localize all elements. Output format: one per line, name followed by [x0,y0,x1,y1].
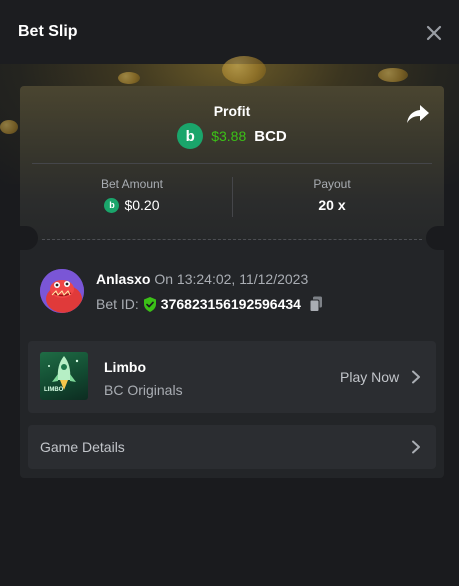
bet-time: On 13:24:02, 11/12/2023 [154,271,309,287]
divider [32,163,432,164]
profit-value: $3.88 [211,128,247,144]
close-icon[interactable] [423,22,445,44]
modal-header: Bet Slip [0,0,459,64]
profit-row: b $3.88 BCD [20,123,444,149]
game-row-limbo[interactable]: LIMBO Limbo BC Originals Play Now [28,341,436,413]
bcd-coin-icon: b [104,197,120,213]
username[interactable]: Anlasxo [96,271,150,287]
thumbnail-caption: LIMBO [44,387,64,393]
ticket-notch-right [426,226,444,250]
game-details-row[interactable]: Game Details [28,425,436,469]
copy-icon[interactable] [309,296,323,312]
bcd-coin-icon: b [177,123,204,149]
decor-coin [222,56,266,84]
play-now-button[interactable]: Play Now [340,369,399,385]
bet-amount: b $0.20 [32,197,232,213]
game-thumbnail[interactable]: LIMBO [40,352,88,400]
bet-slip-card: Profit b $3.88 BCD Bet Amount b $0.20 Pa… [20,86,444,478]
payout-value: 20 x [318,197,346,213]
bet-amount-label: Bet Amount [100,177,164,191]
bet-amount-value: $0.20 [124,197,160,213]
chevron-right-icon[interactable] [411,370,421,384]
bet-id-value: 376823156192596434 [160,296,301,312]
dino-avatar-icon [40,269,84,313]
bet-user-line: Anlasxo On 13:24:02, 11/12/2023 [96,271,308,287]
payout-label: Payout [313,177,351,191]
profit-label: Profit [213,103,251,119]
verified-shield-icon [143,296,156,312]
bet-id-label: Bet ID: [96,296,139,312]
dashed-separator [42,239,422,240]
avatar[interactable] [40,269,84,313]
game-provider: BC Originals [104,382,183,398]
profit-currency: BCD [254,127,287,145]
ticket-notch-left [20,226,38,250]
game-name: Limbo [104,359,146,375]
bet-id-line: Bet ID: 376823156192596434 [96,296,323,312]
chevron-right-icon[interactable] [411,440,421,454]
decor-coin [118,72,140,84]
share-icon[interactable] [406,103,430,125]
modal-title: Bet Slip [18,23,78,40]
decor-coin [378,68,408,82]
decor-coin [0,120,18,134]
game-details-label: Game Details [40,439,125,455]
